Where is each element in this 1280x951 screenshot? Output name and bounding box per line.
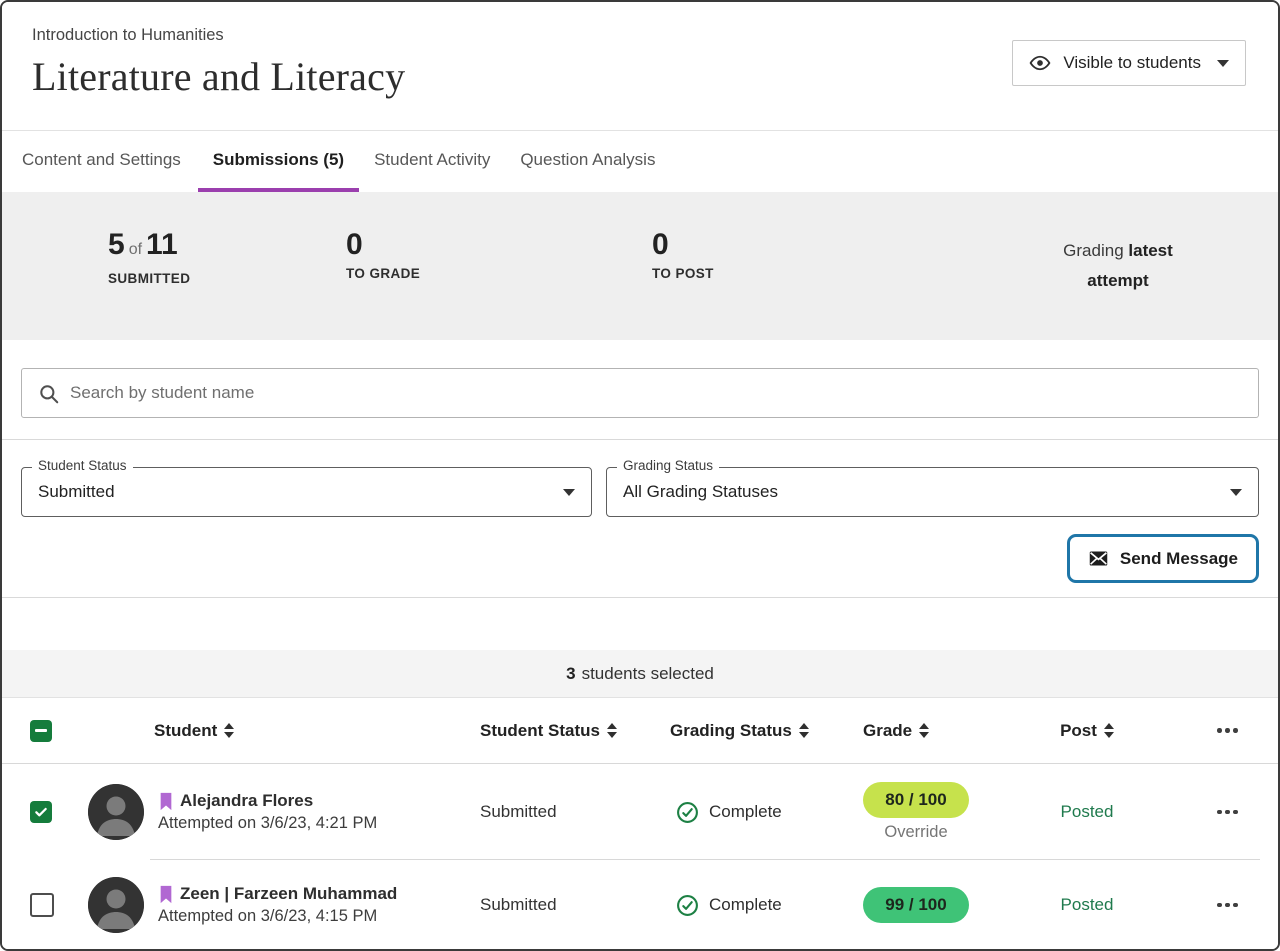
tab-question-analysis[interactable]: Question Analysis — [505, 131, 670, 192]
student-status-label: Student Status — [32, 458, 133, 473]
submitted-label: SUBMITTED — [108, 271, 190, 286]
column-header-grading-status[interactable]: Grading Status — [652, 721, 847, 741]
student-name-link[interactable]: Zeen | Farzeen Muhammad — [158, 884, 397, 904]
table-row: Alejandra Flores Attempted on 3/6/23, 4:… — [2, 764, 1278, 860]
student-status-cell: Submitted — [462, 802, 652, 822]
tab-submissions[interactable]: Submissions (5) — [198, 131, 359, 192]
grading-status-select[interactable]: Grading Status All Grading Statuses — [606, 467, 1259, 517]
table-row: Zeen | Farzeen Muhammad Attempted on 3/6… — [2, 860, 1278, 950]
stat-to-post: 0 TO POST — [652, 228, 714, 281]
tab-bar: Content and Settings Submissions (5) Stu… — [2, 131, 1278, 192]
student-status-value: Submitted — [38, 482, 115, 502]
submitted-of-label: of — [125, 241, 146, 258]
send-message-button[interactable]: Send Message — [1072, 539, 1254, 578]
grade-pill[interactable]: 99 / 100 — [863, 887, 969, 923]
student-name-link[interactable]: Alejandra Flores — [158, 791, 377, 811]
grading-status-value: All Grading Statuses — [623, 482, 778, 502]
grade-override-note: Override — [863, 823, 969, 842]
student-name: Alejandra Flores — [180, 791, 313, 811]
to-post-label: TO POST — [652, 266, 714, 281]
selected-count: 3 — [566, 664, 575, 684]
bookmark-icon — [158, 792, 174, 811]
visibility-dropdown-button[interactable]: Visible to students — [1012, 40, 1246, 86]
selection-summary-bar: 3 students selected — [2, 650, 1278, 698]
grade-pill[interactable]: 80 / 100 — [863, 782, 969, 818]
row-options-menu-icon[interactable] — [1211, 897, 1244, 914]
bookmark-icon — [158, 885, 174, 904]
stats-bar: 5of11 SUBMITTED 0 TO GRADE 0 TO POST Gra… — [2, 192, 1278, 340]
selected-suffix: students selected — [582, 664, 714, 684]
row-checkbox-checked[interactable] — [30, 801, 52, 823]
row-options-menu-icon[interactable] — [1211, 804, 1244, 821]
column-label-post: Post — [1060, 721, 1097, 741]
chevron-down-icon — [563, 489, 575, 496]
search-box — [21, 368, 1259, 418]
grading-status-cell: Complete — [652, 801, 847, 824]
search-section — [2, 340, 1278, 439]
indeterminate-minus-icon — [35, 729, 47, 732]
column-header-post[interactable]: Post — [997, 721, 1177, 741]
grading-mode-prefix: Grading — [1063, 241, 1123, 260]
column-header-student-status[interactable]: Student Status — [462, 721, 652, 741]
submitted-count: 5 — [108, 228, 125, 261]
post-status-link[interactable]: Posted — [1061, 802, 1114, 822]
stat-to-grade: 0 TO GRADE — [346, 228, 420, 281]
sort-icon — [919, 723, 929, 738]
column-label-student-status: Student Status — [480, 721, 600, 741]
column-label-grade: Grade — [863, 721, 912, 741]
grading-mode: Grading latest attempt — [1038, 236, 1198, 296]
search-input[interactable] — [22, 369, 1258, 417]
sort-icon — [1104, 723, 1114, 738]
stat-submitted: 5of11 SUBMITTED — [108, 228, 190, 286]
visibility-label: Visible to students — [1063, 53, 1201, 73]
complete-check-icon — [676, 801, 699, 824]
envelope-icon — [1088, 548, 1109, 569]
avatar — [88, 877, 144, 933]
complete-check-icon — [676, 894, 699, 917]
student-status-select[interactable]: Student Status Submitted — [21, 467, 592, 517]
to-post-count: 0 — [652, 228, 714, 262]
send-message-label: Send Message — [1120, 549, 1238, 569]
select-all-checkbox[interactable] — [30, 720, 52, 742]
column-header-grade[interactable]: Grade — [847, 721, 997, 741]
sort-icon — [224, 723, 234, 738]
table-options-menu-icon[interactable] — [1211, 722, 1244, 739]
submitted-total: 11 — [146, 228, 178, 261]
grading-status-text: Complete — [709, 895, 782, 915]
attempt-timestamp: Attempted on 3/6/23, 4:21 PM — [158, 814, 377, 833]
column-label-grading-status: Grading Status — [670, 721, 792, 741]
column-header-student[interactable]: Student — [70, 721, 462, 741]
table-header-row: Student Student Status Grading Status Gr… — [2, 698, 1278, 764]
grading-status-label: Grading Status — [617, 458, 719, 473]
row-checkbox-unchecked[interactable] — [30, 893, 54, 917]
attempt-timestamp: Attempted on 3/6/23, 4:15 PM — [158, 907, 397, 926]
student-name: Zeen | Farzeen Muhammad — [180, 884, 397, 904]
sort-icon — [607, 723, 617, 738]
check-icon — [33, 804, 49, 820]
to-grade-label: TO GRADE — [346, 266, 420, 281]
post-status-link[interactable]: Posted — [1061, 895, 1114, 915]
grading-status-cell: Complete — [652, 894, 847, 917]
avatar — [88, 784, 144, 840]
tab-content-and-settings[interactable]: Content and Settings — [22, 131, 198, 192]
to-grade-count: 0 — [346, 228, 420, 262]
send-message-focus-ring: Send Message — [1067, 534, 1259, 583]
page-header: Introduction to Humanities Literature an… — [2, 2, 1278, 131]
filters-section: Student Status Submitted Grading Status … — [2, 440, 1278, 597]
chevron-down-icon — [1230, 489, 1242, 496]
sort-icon — [799, 723, 809, 738]
eye-icon — [1029, 52, 1051, 74]
column-label-student: Student — [154, 721, 217, 741]
app-window: Introduction to Humanities Literature an… — [0, 0, 1280, 951]
tab-student-activity[interactable]: Student Activity — [359, 131, 505, 192]
chevron-down-icon — [1217, 60, 1229, 67]
grading-status-text: Complete — [709, 802, 782, 822]
student-status-cell: Submitted — [462, 895, 652, 915]
spacer — [2, 598, 1278, 650]
